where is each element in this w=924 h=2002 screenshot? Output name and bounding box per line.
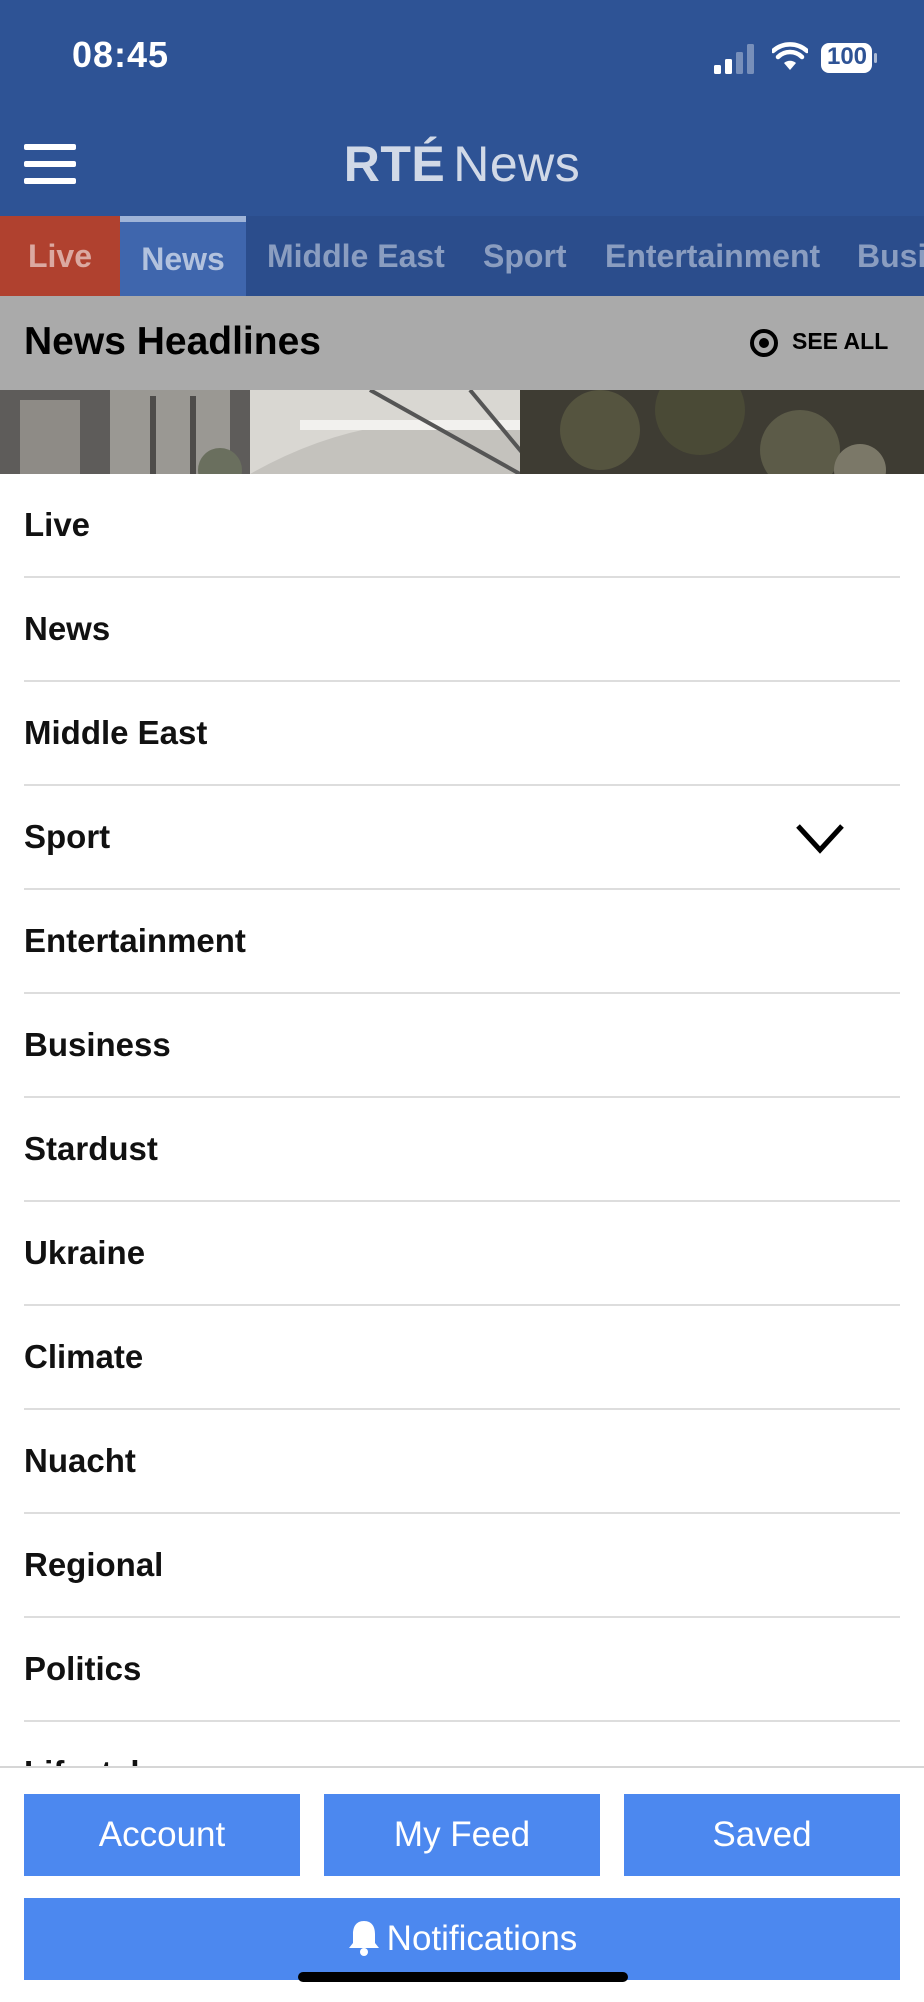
tab-live[interactable]: Live [0,216,120,296]
menu-item-label: Nuacht [24,1442,136,1479]
notifications-label: Notifications [386,1919,578,1958]
tab-business[interactable]: Busi [857,216,924,296]
news-headlines-bar: News Headlines SEE ALL [0,296,924,390]
menu-item-label: Stardust [24,1130,158,1167]
battery-level: 100 [826,43,868,70]
bottom-actions: Account My Feed Saved Notifications [0,1766,924,2002]
tab-sport[interactable]: Sport [483,216,567,296]
menu-item-label: Lifestyle [24,1754,158,1766]
my-feed-button[interactable]: My Feed [324,1794,600,1876]
menu-item-label: Climate [24,1338,144,1375]
home-indicator[interactable] [298,1972,628,1982]
tab-news[interactable]: News [120,216,246,296]
menu-item-live[interactable]: Live [0,474,924,578]
section-menu: Live News Middle East Sport Entertainmen… [0,474,924,1766]
menu-item-label: Sport [24,818,111,855]
logo-brand: RTÉ [343,136,446,192]
status-time: 08:45 [72,34,170,75]
menu-item-label: Middle East [24,714,208,751]
menu-item-climate[interactable]: Climate [0,1306,924,1410]
menu-item-lifestyle[interactable]: Lifestyle [0,1722,924,1766]
bell-icon [348,1920,379,1956]
menu-item-regional[interactable]: Regional [0,1514,924,1618]
menu-item-label: Live [24,506,91,543]
menu-item-middle-east[interactable]: Middle East [0,682,924,786]
menu-item-business[interactable]: Business [0,994,924,1098]
logo-text: News [453,136,581,192]
section-title: News Headlines [24,320,321,363]
headline-photo[interactable] [0,390,924,474]
notifications-button[interactable]: Notifications [24,1898,900,1980]
menu-item-stardust[interactable]: Stardust [0,1098,924,1202]
menu-item-entertainment[interactable]: Entertainment [0,890,924,994]
tab-middle-east[interactable]: Middle East [267,216,445,296]
menu-item-label: Regional [24,1546,164,1583]
menu-item-label: Business [24,1026,171,1063]
menu-item-label: News [24,610,111,647]
signal-icon [714,44,754,74]
tab-entertainment[interactable]: Entertainment [605,216,820,296]
menu-item-ukraine[interactable]: Ukraine [0,1202,924,1306]
menu-item-news[interactable]: News [0,578,924,682]
menu-item-sport[interactable]: Sport [0,786,924,890]
menu-item-politics[interactable]: Politics [0,1618,924,1722]
menu-item-nuacht[interactable]: Nuacht [0,1410,924,1514]
section-tabs: Live News Middle East Sport Entertainmen… [0,216,924,296]
saved-button[interactable]: Saved [624,1794,900,1876]
menu-item-label: Entertainment [24,922,246,959]
see-all-button[interactable]: SEE ALL [748,326,896,360]
chevron-down-icon[interactable] [794,820,846,856]
rte-news-logo: RTÉ News [0,135,924,193]
eye-icon [750,329,778,357]
wifi-icon [772,42,808,70]
menu-item-label: Politics [24,1650,142,1687]
app-header: 08:45 100 RTÉ News [0,0,924,216]
menu-item-label: Ukraine [24,1234,146,1271]
account-button[interactable]: Account [24,1794,300,1876]
see-all-label: SEE ALL [792,328,889,354]
